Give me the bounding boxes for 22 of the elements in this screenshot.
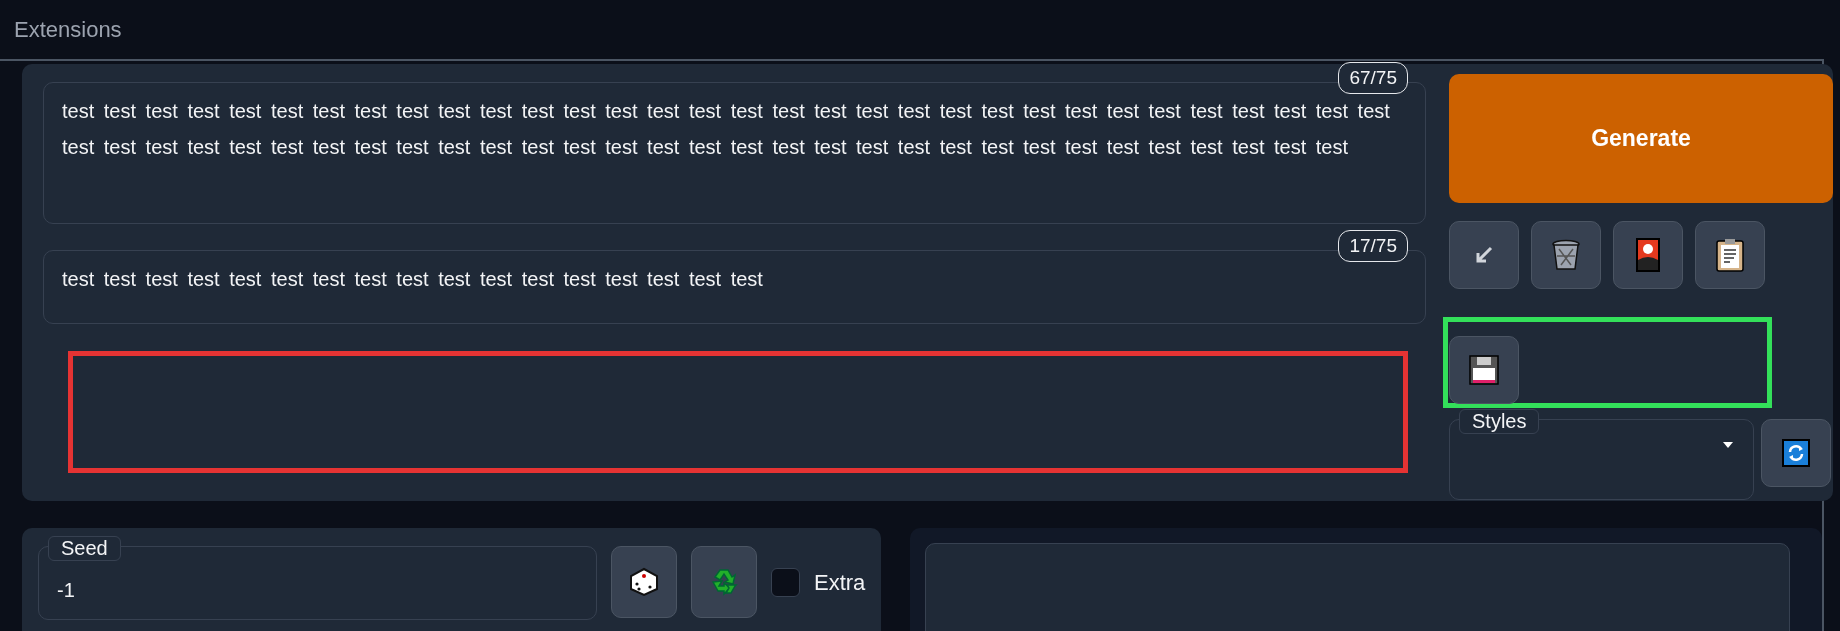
recycle-button[interactable]: [691, 546, 757, 618]
token-counter: 67/75: [1338, 62, 1408, 94]
picture-card-icon: [1636, 238, 1660, 272]
checkbox-label: Extra: [814, 569, 866, 596]
dropdown-label: Styles: [1459, 409, 1540, 434]
field-label: Seed: [48, 536, 121, 561]
refresh-button[interactable]: [1761, 419, 1831, 487]
dice-button[interactable]: [611, 546, 677, 618]
trash-button[interactable]: [1531, 221, 1601, 289]
section-title: Extensions: [14, 16, 122, 43]
save-button[interactable]: [1449, 336, 1519, 404]
trash-icon: [1551, 239, 1581, 271]
caret-icon: [1723, 442, 1733, 448]
dice-icon: [629, 567, 659, 597]
clipboard-icon: [1716, 238, 1744, 272]
card-button[interactable]: [1613, 221, 1683, 289]
clipboard-button[interactable]: [1695, 221, 1765, 289]
extra-checkbox[interactable]: [771, 568, 800, 597]
generate-button[interactable]: Generate: [1449, 74, 1833, 203]
refresh-icon: [1782, 439, 1810, 467]
token-counter: 17/75: [1338, 230, 1408, 262]
arrow-button[interactable]: [1449, 221, 1519, 289]
